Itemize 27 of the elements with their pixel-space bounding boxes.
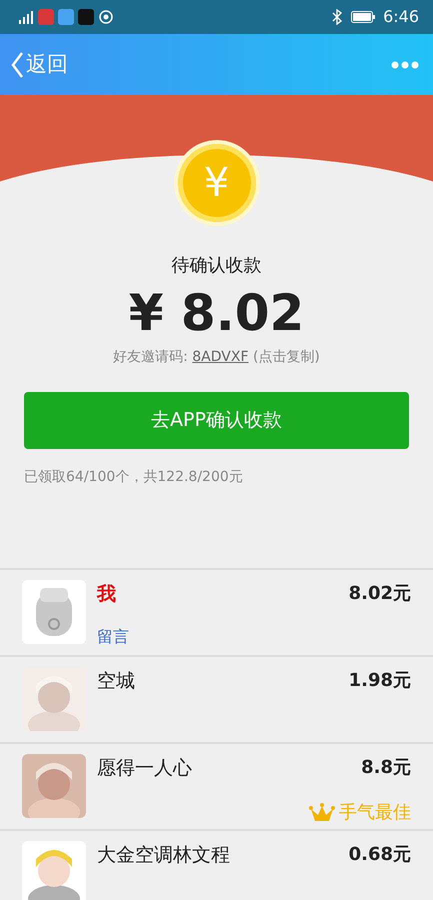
recipient-amount: 8.02元: [348, 582, 411, 606]
recipient-name: 空城: [97, 669, 136, 694]
app-icon: [78, 9, 94, 25]
signal-icon: [18, 10, 34, 24]
recipient-amount: 8.8元: [361, 756, 411, 780]
best-luck-label: 手气最佳: [339, 801, 411, 825]
recipient-name: 愿得一人心: [97, 756, 193, 781]
app-icon: [58, 9, 74, 25]
back-button[interactable]: 返回: [10, 48, 68, 80]
claimed-summary: 已领取64/100个，共122.8/200元: [23, 468, 244, 487]
recipient-amount: 0.68元: [348, 843, 411, 867]
bluetooth-icon: [331, 9, 344, 25]
back-icon: [10, 50, 24, 78]
status-time: 6:46: [383, 6, 419, 28]
recipient-amount: 1.98元: [348, 669, 411, 693]
confirm-button[interactable]: 去APP确认收款: [24, 392, 409, 449]
invite-code-link[interactable]: 8ADVXF: [192, 349, 249, 365]
recipient-name: 大金空调林文程: [97, 843, 231, 868]
amount-text: ¥ 8.02: [128, 283, 306, 343]
invite-code-text: 好友邀请码: 8ADVXF (点击复制): [112, 348, 321, 367]
status-label: 待确认收款: [170, 254, 262, 278]
recipient-name: 我: [97, 582, 117, 607]
more-icon: [391, 61, 419, 70]
app-icon: [38, 9, 54, 25]
crown-icon: [309, 802, 335, 822]
message-link[interactable]: 留言: [97, 624, 129, 648]
battery-icon: [351, 11, 376, 23]
